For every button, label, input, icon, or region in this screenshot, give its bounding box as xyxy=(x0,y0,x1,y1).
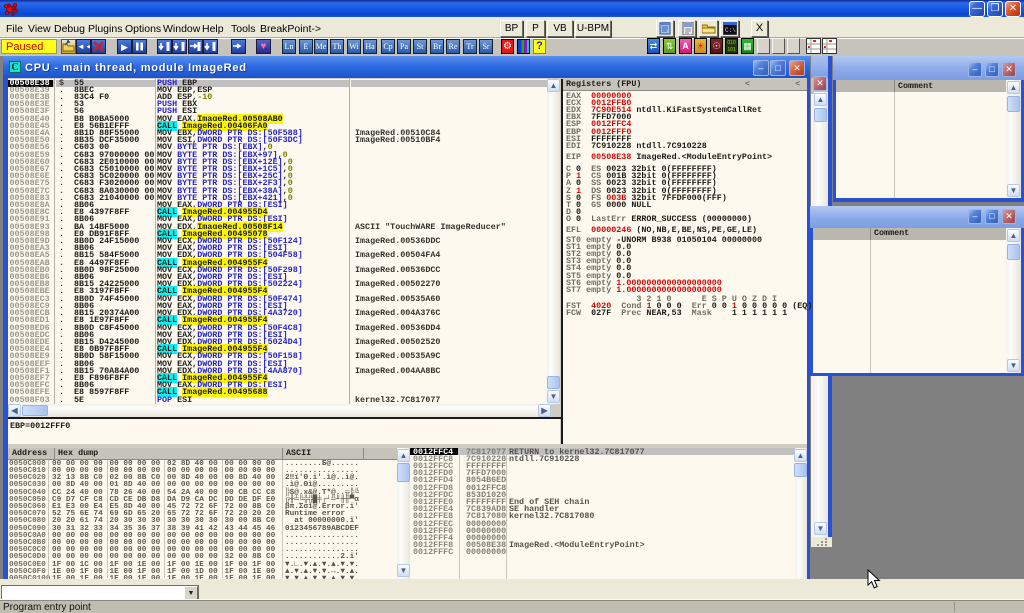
svg-text:C:\: C:\ xyxy=(725,27,736,34)
